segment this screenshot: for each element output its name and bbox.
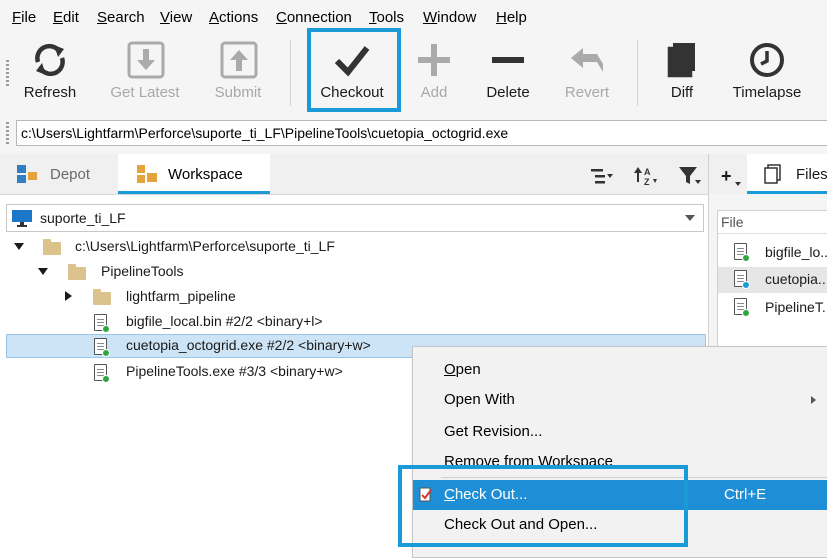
pathbar-grip[interactable] [6,122,9,144]
file-icon [94,338,110,357]
tree-row-root[interactable]: c:\Users\Lightfarm\Perforce\suporte_ti_L… [0,235,708,259]
refresh-icon [5,40,95,80]
menu-file[interactable]: File [12,9,36,26]
folder-icon [68,264,86,280]
files-list-label: PipelineT... [765,299,827,315]
file-icon [734,243,750,262]
menu-connection[interactable]: Connection [276,9,352,26]
tab-depot[interactable]: Depot [0,154,118,194]
menu-item-open-with[interactable]: Open With [413,385,827,415]
tree-options-icon[interactable] [590,166,614,186]
files-list-row[interactable]: bigfile_lo... [718,240,827,266]
column-header-label: File [721,214,744,230]
file-icon [94,364,110,383]
clock-icon [722,40,812,80]
add-tab-dropdown-icon [735,182,741,186]
diff-icon [637,40,727,80]
refresh-button[interactable]: Refresh [5,34,95,108]
folder-icon [43,239,61,255]
revert-label: Revert [564,84,610,101]
collapse-arrow-icon[interactable] [65,291,72,301]
toolbar-separator [290,40,291,106]
menu-view[interactable]: View [160,9,192,26]
folder-icon [93,289,111,305]
menu-bar: File Edit Search View Actions Connection… [0,0,827,34]
menu-tools[interactable]: Tools [369,9,404,26]
tab-workspace[interactable]: Workspace [118,154,270,194]
tree-file-label: bigfile_local.bin #2/2 <binary+l> [126,313,323,329]
expand-arrow-icon[interactable] [38,268,48,275]
get-latest-label: Get Latest [110,84,180,101]
menu-item-open[interactable]: Open [413,355,827,385]
workspace-selector-value: suporte_ti_LF [40,210,126,226]
depot-icon [17,165,37,183]
menu-window[interactable]: Window [423,9,476,26]
tab-files-label: Files [796,166,827,183]
left-pane-tabs: Depot Workspace A Z [0,154,708,195]
get-latest-button[interactable]: Get Latest [100,34,190,108]
tab-workspace-label: Workspace [168,166,243,183]
menu-search[interactable]: Search [97,9,145,26]
shortcut-label: Ctrl+E [724,486,767,503]
files-column-header[interactable]: File [718,211,827,234]
path-input[interactable]: c:\Users\Lightfarm\Perforce\suporte_ti_L… [16,120,827,146]
menu-item-get-revision[interactable]: Get Revision... [413,417,827,447]
tree-row-file[interactable]: bigfile_local.bin #2/2 <binary+l> [0,310,708,334]
tree-row-folder[interactable]: PipelineTools [0,260,708,284]
submit-icon [193,40,283,80]
menu-edit[interactable]: Edit [53,9,79,26]
tree-file-label: cuetopia_octogrid.exe #2/2 <binary+w> [126,337,371,353]
path-bar: c:\Users\Lightfarm\Perforce\suporte_ti_L… [0,112,827,154]
files-list-label: bigfile_lo... [765,244,827,260]
svg-text:A: A [644,167,651,177]
file-icon [734,298,750,317]
active-tab-indicator [118,191,270,194]
files-list-label: cuetopia... [765,271,827,287]
tree-folder-label: PipelineTools [101,263,184,279]
refresh-label: Refresh [23,84,77,101]
tree-row-subfolder[interactable]: lightfarm_pipeline [0,285,708,309]
files-list-row-selected[interactable]: cuetopia... [718,267,827,293]
filter-icon[interactable] [678,165,702,187]
file-icon [94,314,110,333]
revert-icon [542,40,632,80]
submenu-arrow-icon [811,396,816,404]
tab-files[interactable]: Files [747,154,827,194]
minus-icon [463,40,553,80]
toolbar: Refresh Get Latest Submit Checkout Add D… [0,28,827,113]
tab-depot-label: Depot [50,166,91,183]
revert-button[interactable]: Revert [542,34,632,108]
get-latest-icon [100,40,190,80]
monitor-icon [12,210,32,227]
menu-actions[interactable]: Actions [209,9,258,26]
submit-button[interactable]: Submit [193,34,283,108]
expand-arrow-icon[interactable] [14,243,24,250]
workspace-selector[interactable]: suporte_ti_LF [6,204,704,232]
checkout-menu-highlight-box [398,465,688,547]
file-icon [734,270,750,289]
menu-help[interactable]: Help [496,9,527,26]
submit-label: Submit [214,84,262,101]
workspace-icon [137,165,157,183]
files-list-row[interactable]: PipelineT... [718,295,827,321]
add-tab-icon[interactable]: + [721,166,732,187]
chevron-down-icon [685,215,695,221]
right-pane-tabs: + Files [709,154,827,194]
tree-root-label: c:\Users\Lightfarm\Perforce\suporte_ti_L… [75,238,335,254]
timelapse-label: Timelapse [732,84,802,101]
timelapse-button[interactable]: Timelapse [722,34,812,108]
tree-file-label: PipelineTools.exe #3/3 <binary+w> [126,363,343,379]
diff-button[interactable]: Diff [637,34,727,108]
sort-icon[interactable]: A Z [632,164,658,188]
tree-subfolder-label: lightfarm_pipeline [126,288,236,304]
svg-text:Z: Z [644,177,650,187]
active-tab-indicator [747,191,827,194]
files-icon [764,164,781,184]
